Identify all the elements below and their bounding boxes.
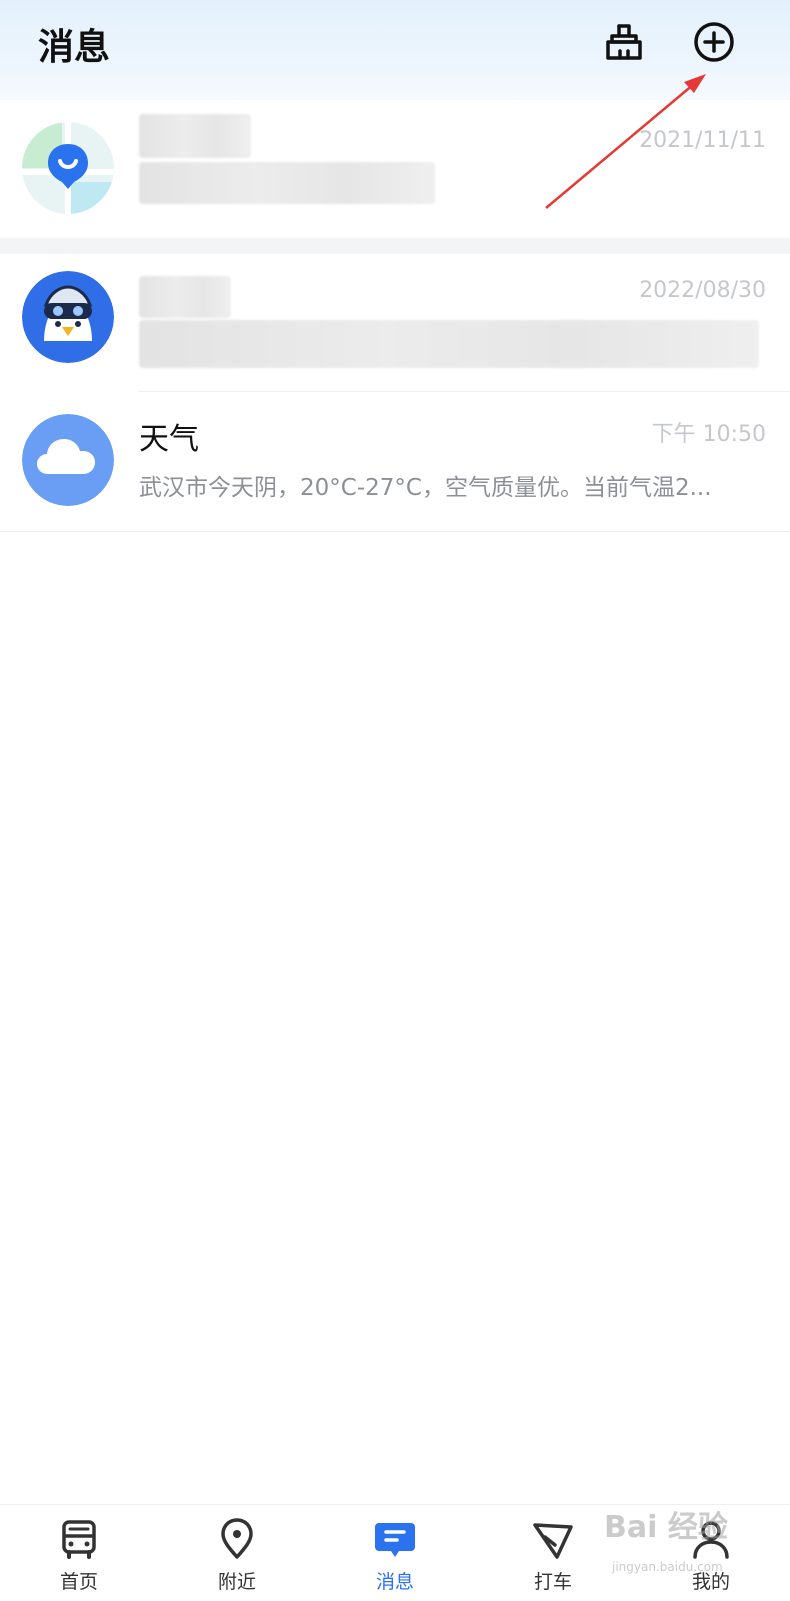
message-sender: 天气 (139, 422, 199, 457)
message-item[interactable]: 天气 下午 10:50 武汉市今天阴，20°C-27°C，空气质量优。当前气温2… (0, 392, 790, 530)
blurred-sender (139, 276, 231, 318)
message-time: 下午 10:50 (651, 422, 766, 447)
watermark-url: jingyan.baidu.com (612, 1560, 723, 1574)
page-title: 消息 (38, 27, 111, 68)
taxi-arrow-icon (533, 1523, 573, 1559)
tab-label: 首页 (59, 1571, 98, 1593)
watermark-text: Bai 经验 (604, 1510, 728, 1545)
header-bar: 消息 (0, 0, 790, 100)
blurred-sender (139, 114, 251, 158)
message-item[interactable]: 2021/11/11 (0, 100, 790, 238)
penguin-mascot-icon (22, 271, 114, 363)
plus-circle-icon (694, 22, 734, 62)
tab-label: 附近 (217, 1571, 256, 1593)
location-pin-icon (221, 1518, 253, 1559)
baidu-watermark: Bai 经验 jingyan.baidu.com (604, 1502, 784, 1592)
message-time: 2022/08/30 (639, 278, 766, 303)
blurred-preview (139, 320, 759, 368)
message-preview: 武汉市今天阴，20°C-27°C，空气质量优。当前气温2... (139, 475, 712, 501)
tab-home[interactable]: 首页 (0, 1505, 158, 1601)
list-divider (0, 531, 790, 532)
add-button[interactable] (690, 18, 738, 66)
bus-icon (62, 1520, 96, 1559)
message-time: 2021/11/11 (639, 128, 766, 153)
map-pin-logo-icon (22, 122, 114, 214)
message-item[interactable]: 2022/08/30 (0, 254, 790, 384)
tab-nearby[interactable]: 附近 (158, 1505, 316, 1601)
broom-icon[interactable] (600, 18, 648, 66)
section-divider (0, 238, 790, 254)
cloud-icon (22, 414, 114, 506)
tab-messages[interactable]: 消息 (316, 1505, 474, 1601)
message-icon (375, 1523, 415, 1557)
tab-label: 消息 (375, 1571, 414, 1593)
blurred-preview (139, 162, 435, 204)
